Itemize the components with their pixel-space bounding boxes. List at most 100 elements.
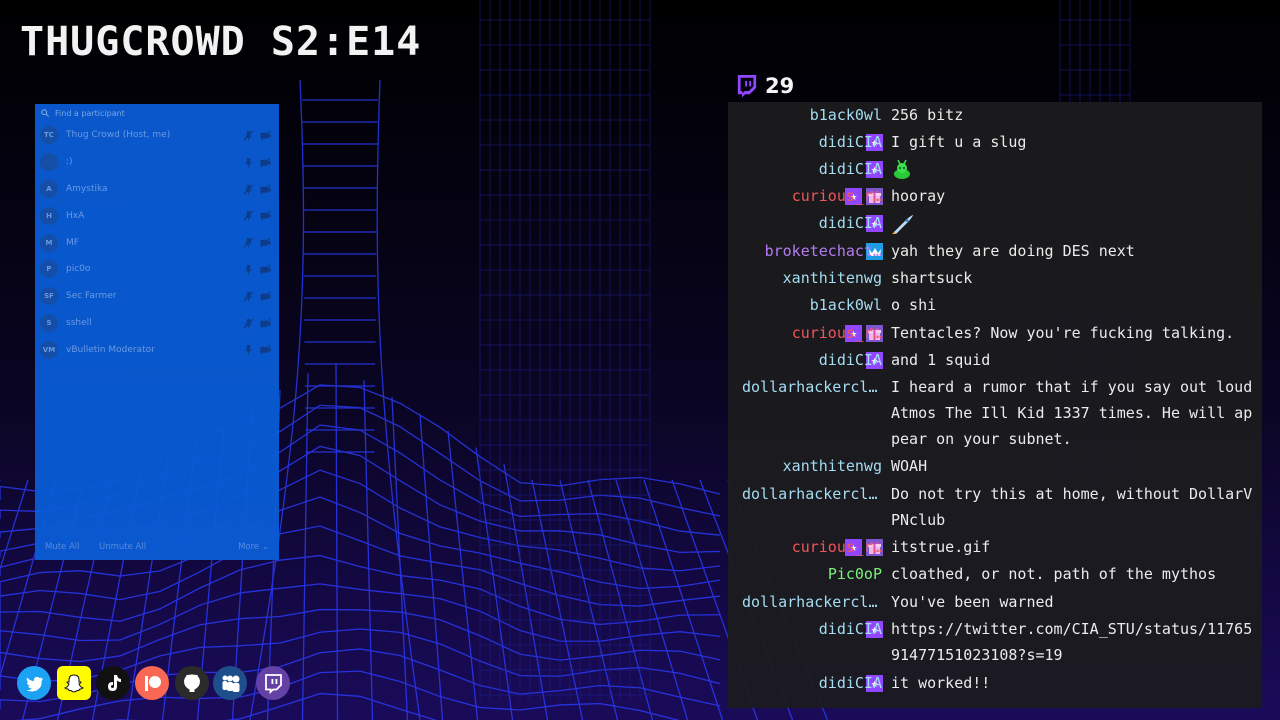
avatar: A — [40, 179, 58, 198]
chat-username[interactable]: didiCIA — [742, 129, 882, 155]
chat-username[interactable]: didiCIA — [742, 156, 882, 182]
video-camera-icon[interactable] — [260, 264, 271, 275]
participant-row[interactable]: Ssshell — [35, 310, 279, 337]
chat-username[interactable]: dollarhackerclub — [742, 374, 882, 400]
chat-username[interactable]: didiCIA — [742, 347, 882, 373]
chat-username[interactable]: Pic0oP — [742, 561, 882, 587]
participant-controls — [243, 264, 271, 275]
video-camera-icon[interactable] — [260, 237, 271, 248]
video-camera-icon[interactable] — [260, 291, 271, 302]
tiktok-icon — [108, 675, 121, 691]
video-camera-icon[interactable] — [260, 157, 271, 168]
chat-username[interactable]: curious_r… — [742, 320, 882, 346]
chat-message-text — [891, 156, 1257, 182]
microphone-icon[interactable] — [243, 157, 254, 168]
participant-row[interactable]: SF Sec Farmer — [35, 283, 279, 310]
participant-row[interactable]: TC Thug Crowd (Host, me) — [35, 122, 279, 149]
participant-name: pic0o — [66, 264, 91, 275]
chat-username[interactable]: dollarhackerclub — [742, 589, 882, 615]
twitter-link[interactable] — [17, 666, 51, 700]
participant-row[interactable]: M MF — [35, 229, 279, 256]
chat-message-text — [891, 210, 1257, 236]
microphone-icon[interactable] — [243, 264, 254, 275]
avatar: SF — [40, 287, 58, 306]
chat-message-text: https://twitter.com/CIA_STU/status/11765… — [891, 620, 1253, 664]
avatar: VM — [40, 340, 58, 359]
chat-username[interactable]: dollarhackerclub — [742, 481, 882, 507]
participant-name: vBulletin Moderator — [66, 344, 155, 355]
participant-search-placeholder: Find a participant — [55, 108, 125, 118]
snapchat-icon — [64, 674, 84, 693]
chat-username[interactable]: curious_r… — [742, 183, 882, 209]
avatar: S — [40, 313, 58, 332]
chat-username[interactable]: didiCIA — [742, 616, 882, 642]
patreon-icon — [145, 676, 161, 691]
participant-search[interactable]: Find a participant — [35, 104, 279, 122]
microphone-muted-icon[interactable] — [243, 130, 254, 141]
chat-message-text: and 1 squid — [891, 351, 991, 369]
microphone-muted-icon[interactable] — [243, 318, 254, 329]
rocket-emote-icon — [892, 214, 913, 234]
participant-list: TC Thug Crowd (Host, me):) A Amystika H HxA M M… — [35, 122, 279, 363]
microphone-muted-icon[interactable] — [243, 237, 254, 248]
chat-message-text: Tentacles? Now you're fucking talking. — [891, 324, 1235, 342]
avatar: P — [40, 260, 58, 279]
viewer-count: 29 — [765, 74, 795, 98]
chat-username[interactable]: b1ack0wl — [742, 102, 882, 128]
mute-all-button[interactable]: Mute All — [45, 542, 80, 552]
participant-controls — [243, 184, 271, 195]
myspace-icon — [222, 675, 240, 692]
chat-message-text: Do not try this at home, without DollarV… — [891, 485, 1253, 529]
avatar: TC — [40, 126, 58, 145]
participant-row[interactable]: :) — [35, 149, 279, 176]
twitter-icon — [26, 676, 43, 692]
video-camera-icon[interactable] — [260, 344, 271, 355]
video-camera-icon[interactable] — [260, 318, 271, 329]
participant-row[interactable]: Ppic0o — [35, 256, 279, 283]
microphone-muted-icon[interactable] — [243, 291, 254, 302]
video-camera-icon[interactable] — [260, 184, 271, 195]
chat-username[interactable]: broketechact… — [742, 238, 882, 264]
participants-panel: Find a participant TC Thug Crowd (Host, m… — [35, 104, 279, 560]
github-link[interactable] — [175, 666, 209, 700]
chat-message-text: WOAH — [891, 457, 928, 475]
participant-name: :) — [66, 157, 73, 168]
unmute-all-button[interactable]: Unmute All — [99, 542, 146, 552]
more-button[interactable]: More ⌄ — [238, 542, 269, 552]
chat-username[interactable]: xanthitenwg — [742, 265, 882, 291]
microphone-muted-icon[interactable] — [243, 184, 254, 195]
video-camera-icon[interactable] — [260, 130, 271, 141]
chat-message-text: it worked!! — [891, 674, 991, 692]
search-icon — [41, 109, 49, 117]
microphone-icon[interactable] — [243, 344, 254, 355]
participant-name: Thug Crowd (Host, me) — [66, 130, 171, 141]
participant-row[interactable]: A Amystika — [35, 176, 279, 203]
chat-message-text: cloathed, or not. path of the mythos — [891, 565, 1217, 583]
twitch-link[interactable] — [256, 666, 290, 700]
patreon-link[interactable] — [135, 666, 169, 700]
chat-username[interactable]: didiCIA — [742, 210, 882, 236]
chat-username[interactable]: didiCIA — [742, 670, 882, 696]
chat-message-text: o shi — [891, 296, 937, 314]
participant-name: Sec Farmer — [66, 291, 117, 302]
microphone-muted-icon[interactable] — [243, 210, 254, 221]
video-camera-icon[interactable] — [260, 210, 271, 221]
slug-emote-icon — [894, 159, 910, 179]
chat-message-text: hooray — [891, 187, 946, 205]
chat-username[interactable]: b1ack0wl — [742, 292, 882, 318]
chat-username[interactable]: curious_r… — [742, 534, 882, 560]
participant-row[interactable]: VM vBulletin Moderator — [35, 336, 279, 363]
participant-name: sshell — [66, 317, 92, 328]
viewer-counter: 29 — [736, 74, 794, 98]
chat-username[interactable]: xanthitenwg — [742, 453, 882, 479]
avatar: M — [40, 233, 58, 252]
participant-controls — [243, 291, 271, 302]
tiktok-link[interactable] — [96, 666, 130, 700]
show-title: THUGCROWD S2:E14 — [20, 19, 422, 65]
myspace-link[interactable] — [213, 666, 247, 700]
participant-name: MF — [66, 237, 79, 248]
twitch-icon — [737, 75, 757, 98]
snapchat-link[interactable] — [57, 666, 91, 700]
participant-row[interactable]: H HxA — [35, 202, 279, 229]
participant-controls — [243, 344, 271, 355]
